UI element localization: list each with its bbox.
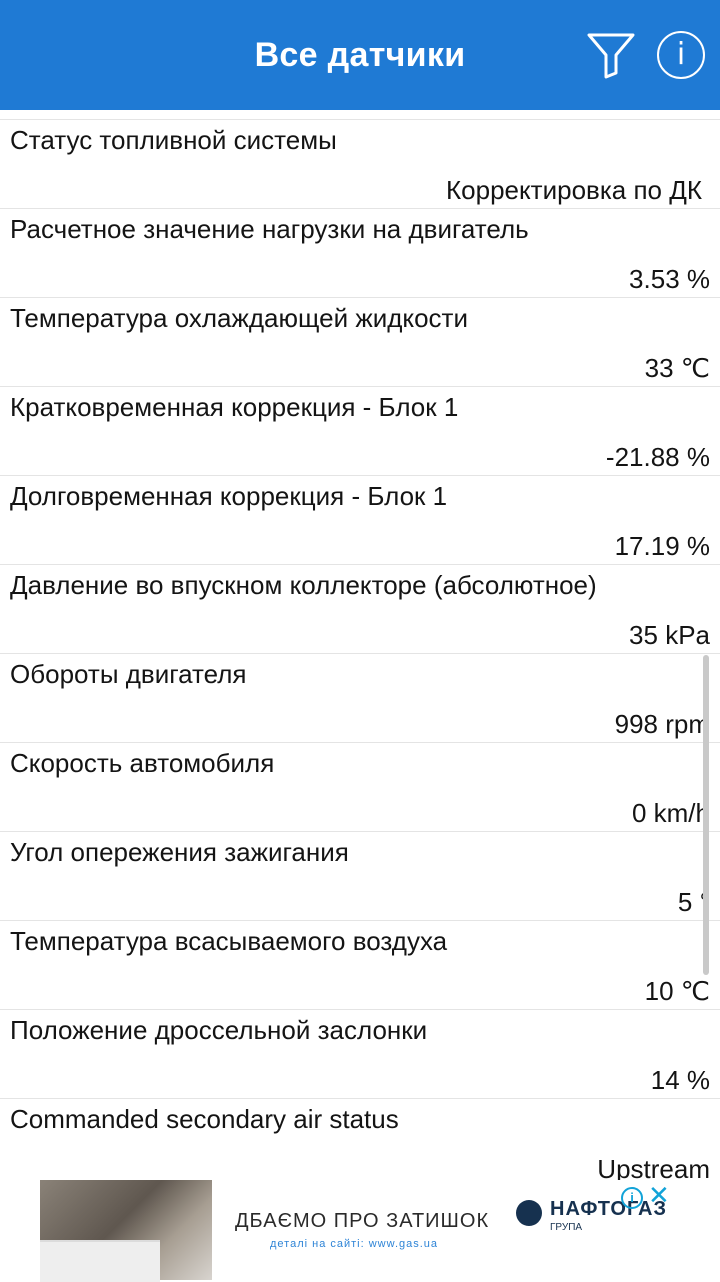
- sensor-list: Статус топливной системы Корректировка по…: [0, 119, 720, 1187]
- ad-brand-sub: ГРУПА: [550, 1222, 583, 1233]
- ad-banner[interactable]: ДБАЄМО ПРО ЗАТИШОК деталі на сайті: www.…: [40, 1180, 680, 1282]
- app-bar: Все датчики i: [0, 0, 720, 110]
- sensor-value: 17.19 %: [614, 531, 710, 561]
- sensor-value: 14 %: [650, 1065, 710, 1095]
- sensor-row[interactable]: Commanded secondary air status Upstream: [0, 1098, 720, 1187]
- sensor-row[interactable]: Температура всасываемого воздуха 10 ℃: [0, 920, 720, 1009]
- sensor-name: Температура охлаждающей жидкости: [10, 303, 468, 333]
- sensor-row[interactable]: Угол опережения зажигания 5 °: [0, 831, 720, 920]
- sensor-name: Commanded secondary air status: [10, 1104, 399, 1134]
- sensor-row[interactable]: Давление во впускном коллекторе (абсолют…: [0, 564, 720, 653]
- ad-close-icon[interactable]: ✕: [648, 1182, 670, 1208]
- sensor-row[interactable]: Статус топливной системы Корректировка по…: [0, 119, 720, 208]
- sensor-value: 3.53 %: [629, 264, 710, 294]
- sensor-row[interactable]: Обороты двигателя 998 rpm: [0, 653, 720, 742]
- sensor-name: Долговременная коррекция - Блок 1: [10, 481, 448, 511]
- sensor-value: 998 rpm: [614, 709, 710, 739]
- sensor-name: Температура всасываемого воздуха: [10, 926, 448, 956]
- sensor-value: Корректировка по ДК: [446, 175, 702, 205]
- sensor-name: Угол опережения зажигания: [10, 837, 349, 867]
- sensor-row[interactable]: Кратковременная коррекция - Блок 1 -21.88…: [0, 386, 720, 475]
- scrollbar[interactable]: [703, 655, 709, 975]
- sensor-value: 0 km/h: [631, 798, 710, 828]
- sensor-row[interactable]: Температура охлаждающей жидкости 33 ℃: [0, 297, 720, 386]
- sensor-value: -21.88 %: [605, 442, 710, 472]
- sensor-row[interactable]: Положение дроссельной заслонки 14 %: [0, 1009, 720, 1098]
- sensor-name: Давление во впускном коллекторе (абсолют…: [10, 570, 597, 600]
- ad-image: [40, 1180, 212, 1282]
- sensor-row[interactable]: Расчетное значение нагрузки на двигатель…: [0, 208, 720, 297]
- brand-logo-icon: [516, 1200, 542, 1226]
- sensor-name: Расчетное значение нагрузки на двигатель: [10, 214, 529, 244]
- ad-subtext: деталі на сайті: www.gas.ua: [270, 1238, 439, 1250]
- sensor-name: Обороты двигателя: [10, 659, 247, 689]
- filter-funnel-icon: [587, 33, 635, 79]
- filter-button[interactable]: [585, 29, 637, 81]
- page-title: Все датчики: [254, 35, 466, 74]
- sensor-row[interactable]: Скорость автомобиля 0 km/h: [0, 742, 720, 831]
- sensor-value: 10 ℃: [644, 976, 710, 1006]
- sensor-name: Скорость автомобиля: [10, 748, 275, 778]
- info-button[interactable]: i: [657, 31, 705, 79]
- ad-info-icon[interactable]: i: [621, 1187, 643, 1209]
- sensor-name: Статус топливной системы: [10, 125, 337, 155]
- sensor-row[interactable]: Долговременная коррекция - Блок 1 17.19 %: [0, 475, 720, 564]
- ad-headline: ДБАЄМО ПРО ЗАТИШОК: [235, 1210, 490, 1232]
- sensor-value: 33 ℃: [644, 353, 710, 383]
- sensor-name: Кратковременная коррекция - Блок 1: [10, 392, 459, 422]
- radiator-shape: [40, 1240, 160, 1282]
- sensor-value: 35 kPa: [629, 620, 710, 650]
- sensor-name: Положение дроссельной заслонки: [10, 1015, 428, 1045]
